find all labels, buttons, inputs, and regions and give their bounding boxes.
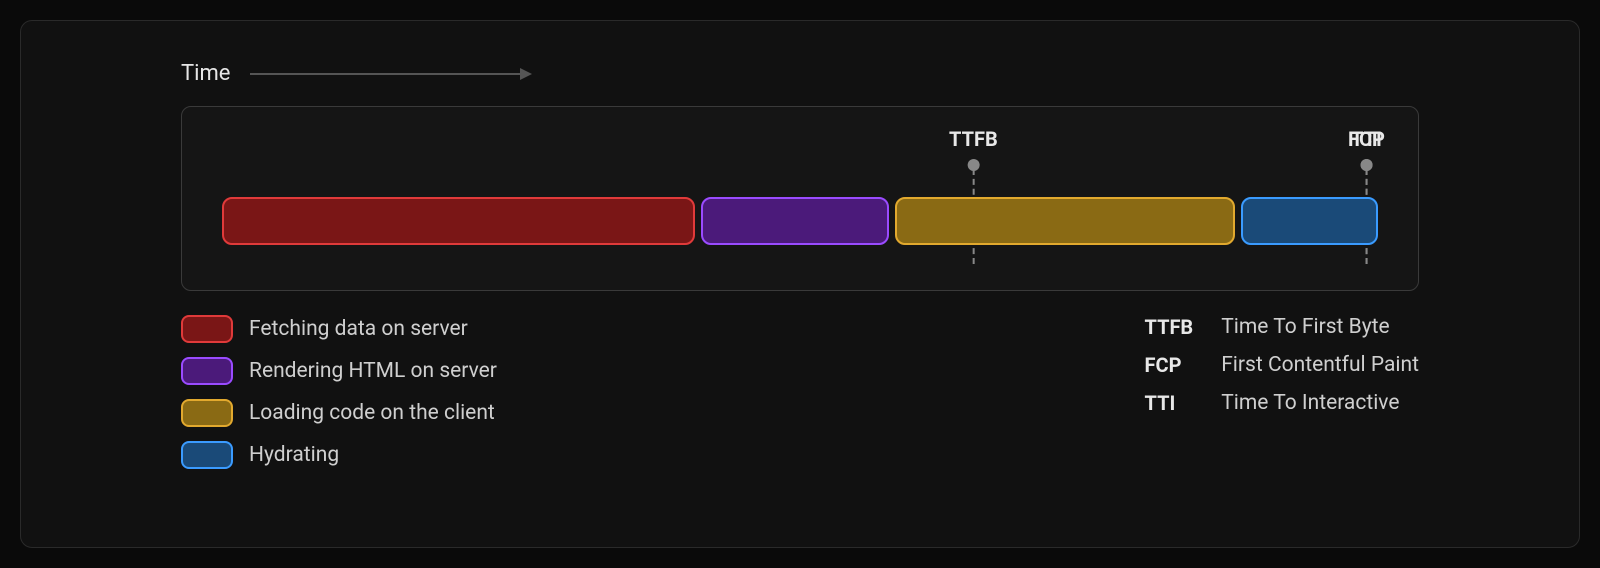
abbr-desc: First Contentful Paint — [1221, 353, 1419, 377]
diagram-panel: Time TTFB FCP TTI — [20, 20, 1580, 548]
legend-label: Rendering HTML on server — [249, 359, 497, 383]
time-arrow-icon — [250, 73, 530, 75]
abbr-desc: Time To Interactive — [1221, 391, 1419, 415]
legend-label: Fetching data on server — [249, 317, 468, 341]
bar-loading-code — [895, 197, 1236, 245]
time-label: Time — [181, 61, 230, 86]
marker-ttfb: TTFB — [949, 127, 998, 171]
bar-fetching-data — [222, 197, 695, 245]
swatch-render-icon — [181, 357, 233, 385]
time-axis-header: Time — [181, 61, 1419, 86]
swatch-load-icon — [181, 399, 233, 427]
abbr: FCP — [1145, 353, 1194, 377]
swatch-fetch-icon — [181, 315, 233, 343]
marker-label: TTFB — [949, 127, 998, 151]
swatch-hydrate-icon — [181, 441, 233, 469]
legend-colors: Fetching data on server Rendering HTML o… — [181, 315, 497, 469]
bar-rendering-html — [701, 197, 889, 245]
legend-label: Hydrating — [249, 443, 339, 467]
legend-label: Loading code on the client — [249, 401, 495, 425]
legend-item-fetch: Fetching data on server — [181, 315, 497, 343]
timeline-bars — [222, 197, 1378, 247]
legend-row: Fetching data on server Rendering HTML o… — [181, 315, 1419, 469]
markers-row: TTFB FCP TTI — [222, 127, 1378, 197]
bar-hydrating — [1241, 197, 1378, 245]
legend-abbreviations: TTFB Time To First Byte FCP First Conten… — [1145, 315, 1419, 469]
legend-item-hydrate: Hydrating — [181, 441, 497, 469]
legend-item-render: Rendering HTML on server — [181, 357, 497, 385]
abbr: TTFB — [1145, 315, 1194, 339]
abbr: TTI — [1145, 391, 1194, 415]
marker-tti: TTI — [1351, 127, 1382, 171]
marker-label: TTI — [1351, 127, 1382, 151]
legend-item-load: Loading code on the client — [181, 399, 497, 427]
timeline-container: TTFB FCP TTI — [181, 106, 1419, 291]
abbr-desc: Time To First Byte — [1221, 315, 1419, 339]
